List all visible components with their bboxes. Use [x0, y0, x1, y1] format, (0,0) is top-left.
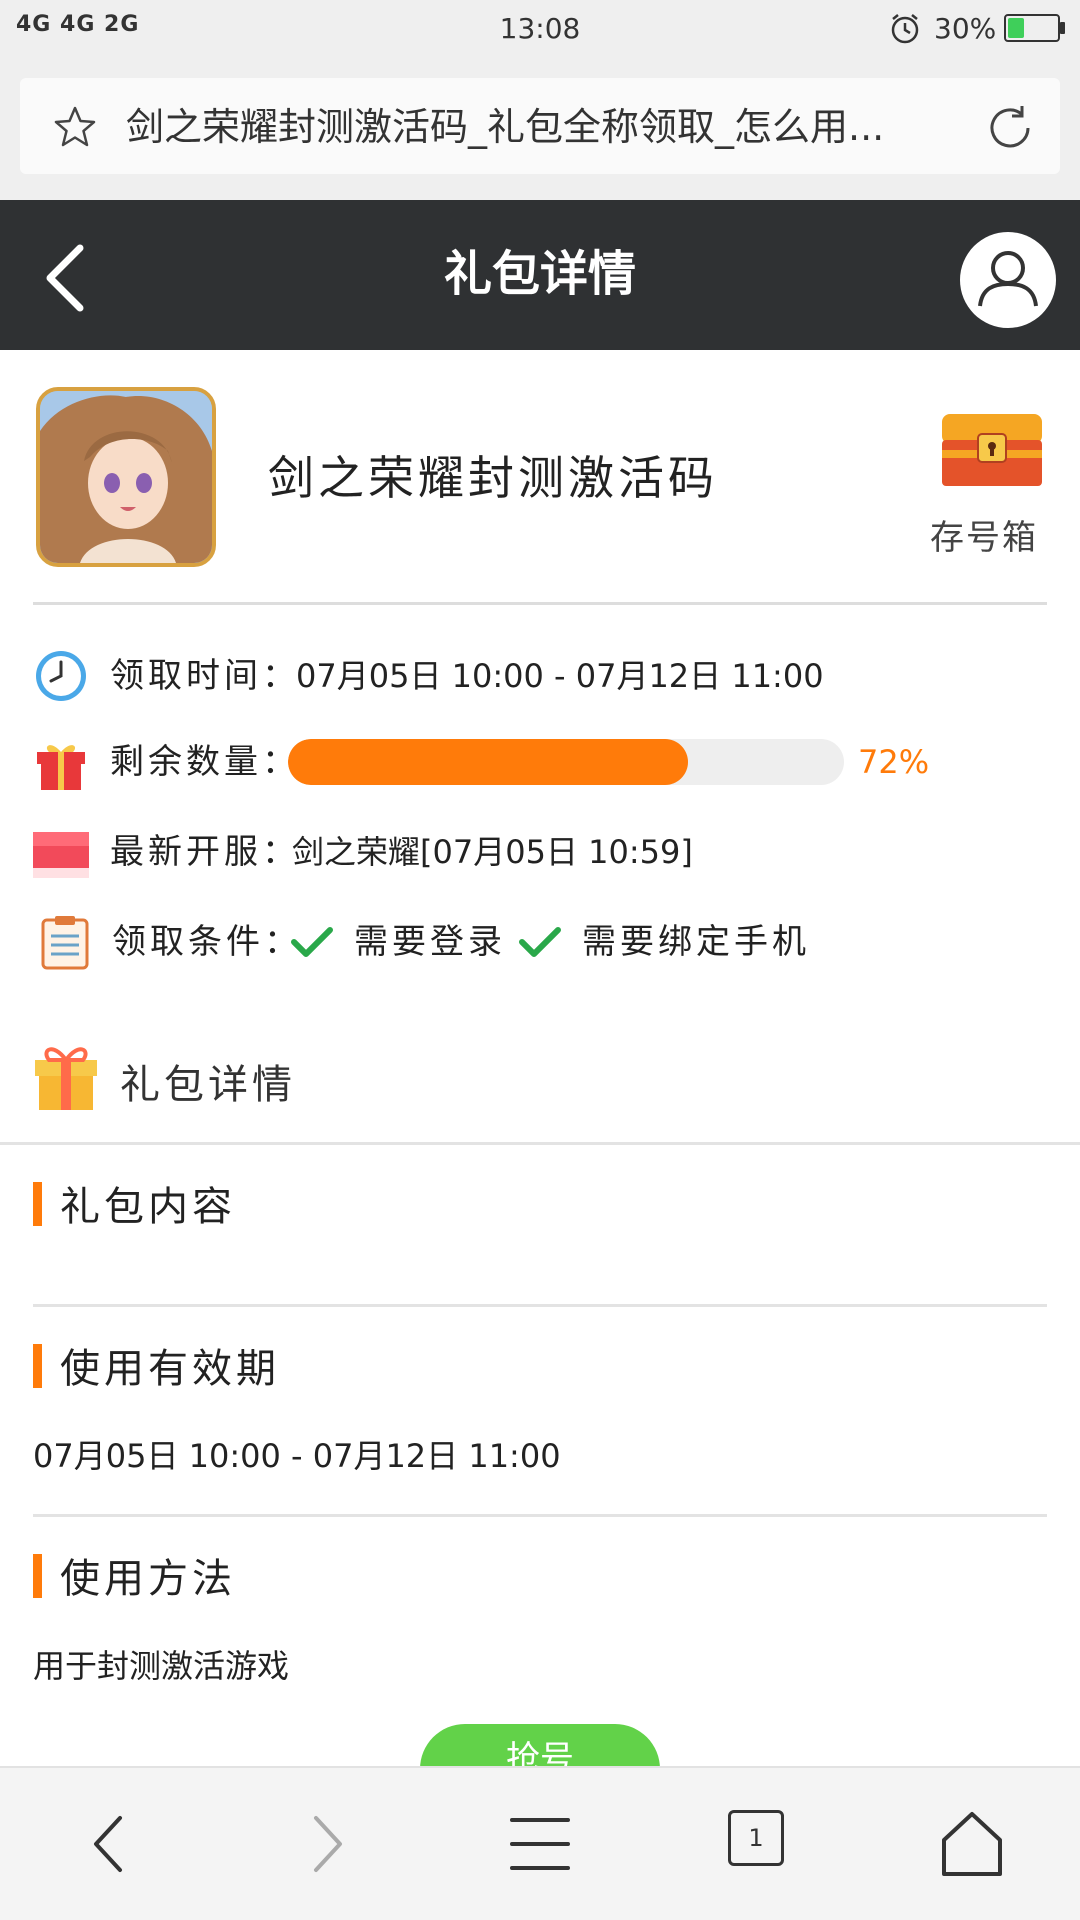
save-box-label[interactable]: 存号箱	[930, 516, 1038, 560]
nav-back-icon[interactable]	[70, 1808, 150, 1880]
divider	[33, 602, 1047, 605]
content-title: 礼包内容	[60, 1184, 236, 1230]
menu-icon[interactable]	[500, 1808, 580, 1880]
address-text[interactable]: 剑之荣耀封测激活码_礼包全称领取_怎么用...	[126, 102, 956, 152]
reload-icon[interactable]	[984, 102, 1036, 154]
battery-icon	[1004, 14, 1060, 42]
alarm-icon	[891, 14, 919, 44]
divider	[0, 1142, 1080, 1145]
clipboard-icon	[41, 916, 89, 970]
time-value: 07月05日 10:00 - 07月12日 11:00	[296, 657, 824, 695]
calendar-icon	[33, 832, 89, 878]
gift-box-icon	[35, 1047, 97, 1110]
server-label: 最新开服：	[110, 832, 300, 872]
user-avatar[interactable]	[960, 232, 1056, 328]
remaining-percent: 72%	[858, 743, 930, 781]
check-icon	[291, 927, 333, 957]
nav-forward-icon[interactable]	[286, 1808, 366, 1880]
progress-fill	[288, 739, 689, 785]
home-icon[interactable]	[932, 1808, 1012, 1880]
game-title: 剑之荣耀封测激活码	[268, 451, 718, 505]
bookmark-star-icon[interactable]	[52, 104, 98, 150]
check-icon	[519, 927, 561, 957]
game-icon	[36, 387, 216, 567]
condition-login: 需要登录	[354, 922, 506, 962]
section-marker	[33, 1344, 42, 1388]
section-marker	[33, 1554, 42, 1598]
battery-cap	[1060, 22, 1065, 34]
usage-value: 用于封测激活游戏	[33, 1647, 290, 1685]
divider	[33, 1304, 1047, 1307]
treasure-chest-icon[interactable]	[940, 410, 1044, 490]
time-label: 领取时间：	[110, 656, 300, 696]
condition-phone: 需要绑定手机	[582, 922, 810, 962]
gift-icon	[37, 745, 85, 790]
clock-icon	[36, 651, 86, 701]
server-value: 剑之荣耀[07月05日 10:59]	[292, 833, 693, 871]
remaining-progress-bar	[288, 739, 844, 785]
user-icon	[978, 251, 1038, 307]
section-title: 礼包详情	[120, 1062, 296, 1108]
tabs-button[interactable]: 1	[728, 1810, 784, 1866]
usage-title: 使用方法	[60, 1556, 236, 1602]
page-title: 礼包详情	[443, 246, 636, 302]
section-marker	[33, 1182, 42, 1226]
condition-label: 领取条件：	[112, 922, 302, 962]
battery-percent: 30%	[934, 12, 997, 45]
remaining-label: 剩余数量：	[110, 742, 300, 782]
validity-value: 07月05日 10:00 - 07月12日 11:00	[33, 1437, 561, 1475]
divider	[33, 1514, 1047, 1517]
validity-title: 使用有效期	[60, 1346, 280, 1392]
